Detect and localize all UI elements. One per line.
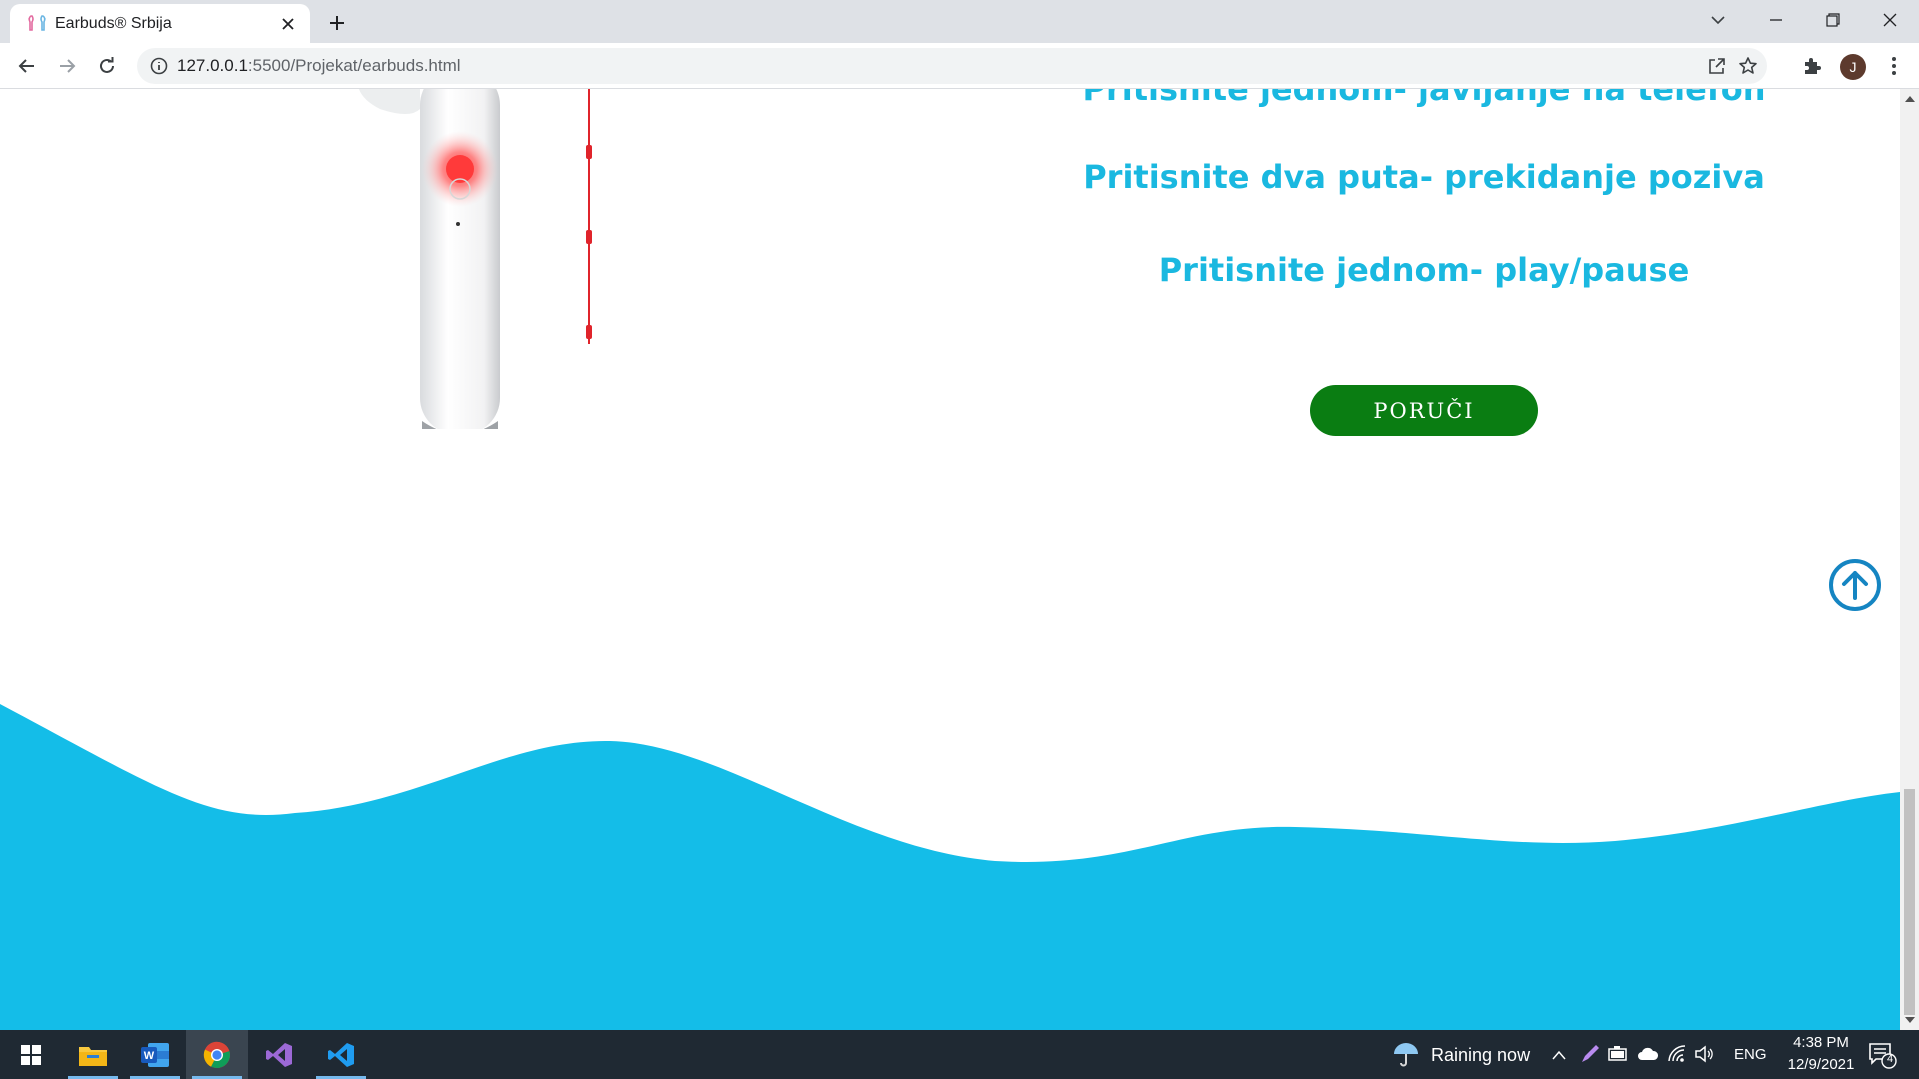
scroll-to-top-arrow-icon[interactable] bbox=[1828, 558, 1882, 612]
instruction-line: Pritisnite jednom- javljanje na telefon bbox=[1082, 89, 1766, 108]
visual-studio-icon[interactable] bbox=[248, 1030, 310, 1079]
earbuds-favicon-icon bbox=[26, 12, 50, 36]
bookmark-star-icon[interactable] bbox=[1737, 55, 1759, 77]
volume-icon[interactable] bbox=[1694, 1044, 1716, 1068]
notification-count: 4 bbox=[1886, 1053, 1894, 1065]
tab-title: Earbuds® Srbija bbox=[55, 15, 172, 32]
show-hidden-icons-chevron-icon[interactable] bbox=[1551, 1046, 1567, 1065]
browser-tab-active[interactable]: Earbuds® Srbija bbox=[10, 4, 310, 43]
onedrive-cloud-icon[interactable] bbox=[1637, 1046, 1659, 1065]
indicator-tick bbox=[586, 145, 592, 159]
svg-text:W: W bbox=[144, 1050, 155, 1062]
windows-taskbar: W Raining now ENG 4:38 PM 12/9/2021 4 bbox=[0, 1030, 1919, 1079]
scroll-down-arrow-icon[interactable] bbox=[1905, 1017, 1915, 1023]
clock-date[interactable]: 12/9/2021 bbox=[1778, 1056, 1864, 1073]
forward-arrow-icon[interactable] bbox=[51, 50, 83, 82]
site-info-icon[interactable] bbox=[149, 56, 169, 76]
wave-background bbox=[0, 704, 1900, 1030]
wifi-icon[interactable] bbox=[1667, 1044, 1687, 1068]
word-app-icon[interactable]: W bbox=[124, 1030, 186, 1079]
earbud-image bbox=[359, 89, 500, 429]
reload-icon[interactable] bbox=[91, 50, 123, 82]
scroll-up-arrow-icon[interactable] bbox=[1905, 96, 1915, 102]
address-bar[interactable]: 127.0.0.1:5500/Projekat/earbuds.html bbox=[137, 48, 1767, 84]
indicator-tick bbox=[586, 230, 592, 244]
input-language[interactable]: ENG bbox=[1734, 1046, 1767, 1063]
notifications-icon[interactable]: 4 bbox=[1868, 1041, 1898, 1073]
chrome-menu-kebab-icon[interactable] bbox=[1881, 53, 1907, 79]
file-explorer-icon[interactable] bbox=[62, 1030, 124, 1079]
restore-window-icon[interactable] bbox=[1805, 0, 1861, 40]
minimize-window-icon[interactable] bbox=[1748, 0, 1804, 40]
battery-icon[interactable] bbox=[1607, 1044, 1629, 1068]
pen-icon[interactable] bbox=[1579, 1043, 1601, 1069]
vertical-scrollbar[interactable] bbox=[1900, 89, 1919, 1030]
url-text[interactable]: 127.0.0.1:5500/Projekat/earbuds.html bbox=[177, 48, 461, 84]
browser-tab-strip: Earbuds® Srbija bbox=[0, 0, 1919, 43]
new-tab-plus-icon[interactable] bbox=[323, 9, 351, 37]
extensions-puzzle-icon[interactable] bbox=[1799, 53, 1825, 79]
weather-text[interactable]: Raining now bbox=[1431, 1045, 1530, 1066]
close-window-icon[interactable] bbox=[1862, 0, 1918, 40]
order-button[interactable]: PORUČI bbox=[1310, 385, 1538, 436]
instruction-line: Pritisnite dva puta- prekidanje poziva bbox=[1083, 158, 1765, 196]
browser-toolbar: 127.0.0.1:5500/Projekat/earbuds.html J bbox=[0, 43, 1919, 89]
windows-start-icon[interactable] bbox=[0, 1030, 62, 1079]
back-arrow-icon[interactable] bbox=[11, 50, 43, 82]
profile-avatar[interactable]: J bbox=[1840, 54, 1866, 80]
indicator-tick bbox=[586, 325, 592, 339]
clock-time[interactable]: 4:38 PM bbox=[1786, 1034, 1856, 1051]
vscode-icon[interactable] bbox=[310, 1030, 372, 1079]
close-tab-icon[interactable] bbox=[276, 12, 300, 36]
tab-search-chevron-icon[interactable] bbox=[1690, 0, 1746, 40]
chrome-app-icon[interactable] bbox=[186, 1030, 248, 1079]
instruction-line: Pritisnite jednom- play/pause bbox=[1158, 251, 1690, 289]
button-indicator-line bbox=[588, 89, 590, 344]
page-viewport: Pritisnite jednom- javljanje na telefon … bbox=[0, 89, 1900, 1030]
share-icon[interactable] bbox=[1706, 55, 1728, 77]
umbrella-weather-icon[interactable] bbox=[1392, 1040, 1420, 1072]
scrollbar-thumb[interactable] bbox=[1904, 789, 1915, 1015]
